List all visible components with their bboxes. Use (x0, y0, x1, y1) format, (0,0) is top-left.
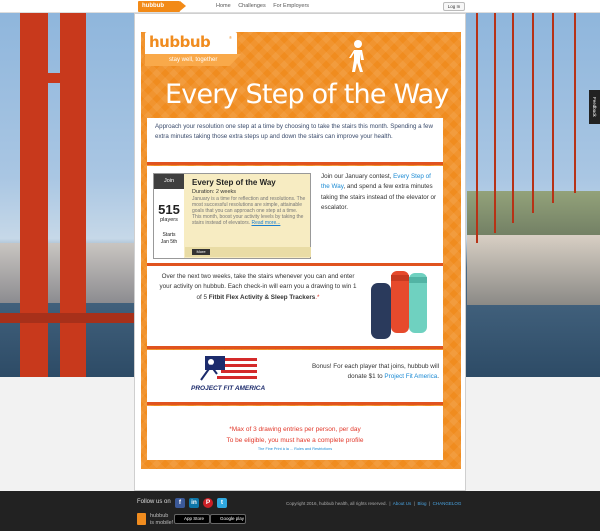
twitter-icon[interactable]: t (217, 498, 227, 508)
stair-walker-icon (349, 40, 364, 72)
challenge-card: hubbub ® stay well, together Every Step … (134, 13, 466, 491)
bridge-cable (512, 13, 514, 223)
prize-name: Fitbit Flex Activity & Sleep Trackers (208, 293, 316, 301)
app-store-label: App Store (184, 516, 205, 521)
login-button[interactable]: Log In (443, 2, 465, 11)
drawing-asterisk: .* (315, 293, 320, 301)
fitbit-bands-image (371, 271, 427, 339)
hubbub-mobile-icon (137, 513, 146, 525)
project-fit-america-link[interactable]: Project Fit America (384, 373, 437, 380)
intro-text: Approach your resolution one step at a t… (147, 118, 443, 164)
fine-print-link[interactable]: The Fine Print à la ... Rules and Restri… (147, 447, 443, 451)
follow-us-label: Follow us on (137, 499, 171, 505)
bridge-crossbeam (20, 73, 86, 83)
main-nav: Home Challenges For Employers (216, 3, 315, 9)
section-divider (147, 162, 443, 165)
top-navigation-bar: hubbub Home Challenges For Employers Log… (0, 0, 600, 13)
challenge-widget: Join 515 players Starts Jan 5th Every St… (153, 173, 311, 259)
bridge-cable (494, 13, 496, 233)
rules-text: *Max of 3 drawing entries per person, pe… (147, 424, 443, 446)
starts-label: Starts (162, 232, 176, 238)
bridge-cable (476, 13, 478, 243)
facebook-icon[interactable]: f (175, 498, 185, 508)
players-count: 515 (158, 202, 180, 217)
feedback-tab[interactable]: Feedback (589, 90, 600, 124)
city-skyline-right (467, 235, 600, 305)
contest-text: Join our January contest, Every Step of … (321, 172, 439, 213)
hubbub-logo-tab[interactable]: hubbub (138, 1, 186, 12)
pfa-logo-text: PROJECT FIT AMERICA (191, 385, 266, 392)
nav-for-employers[interactable]: For Employers (273, 3, 309, 9)
drawing-text: Over the next two weeks, take the stairs… (159, 272, 357, 303)
widget-description: January is a time for reflection and res… (192, 196, 308, 226)
widget-side: Join 515 players Starts Jan 5th (154, 174, 184, 258)
bridge-cable (574, 13, 576, 193)
google-play-label: Google play (220, 516, 245, 521)
bonus-text-end: . (437, 373, 439, 381)
brand-tagline: stay well, together (145, 54, 241, 66)
google-play-badge[interactable]: Google play (210, 514, 246, 524)
more-button[interactable]: More (192, 249, 210, 255)
copyright-text: Copyright 2016, hubbub health, all right… (286, 501, 387, 506)
starts-date: Jan 5th (160, 239, 178, 245)
brand-name: hubbub (149, 33, 211, 51)
rules-line-1: *Max of 3 drawing entries per person, pe… (229, 426, 361, 433)
hubbub-brand-logo: hubbub ® stay well, together (145, 32, 241, 70)
footer-link-about[interactable]: About Us (393, 501, 412, 506)
mobile-line-2: is mobile! (150, 519, 174, 526)
nav-home[interactable]: Home (216, 3, 231, 9)
nav-challenges[interactable]: Challenges (238, 3, 266, 9)
widget-duration: Duration: 2 weeks (192, 189, 237, 195)
read-more-link[interactable]: Read more... (251, 220, 280, 226)
linkedin-icon[interactable]: in (189, 498, 199, 508)
mobile-text: hubbub is mobile! (150, 513, 173, 526)
section-divider (147, 346, 443, 349)
app-store-badge[interactable]: App Store (174, 514, 210, 524)
footer-copyright-row: Copyright 2016, hubbub health, all right… (286, 501, 462, 506)
contest-text-start: Join our January contest, (321, 173, 394, 180)
section-divider (147, 402, 443, 405)
widget-description-text: January is a time for reflection and res… (192, 196, 306, 226)
bridge-deck (0, 313, 134, 323)
footer-link-changelog[interactable]: CHANGELOG (433, 501, 462, 506)
bridge-cable (552, 13, 554, 203)
rules-line-2: To be eligible, you must have a complete… (226, 437, 364, 444)
footer-link-blog[interactable]: Blog (417, 501, 426, 506)
widget-title: Every Step of the Way (192, 178, 276, 187)
start-date: Starts Jan 5th (154, 232, 184, 246)
bridge-cable (532, 13, 534, 213)
site-footer: Follow us on f in P t hubbub is mobile! … (0, 491, 600, 531)
project-fit-america-logo: PROJECT FIT AMERICA (191, 354, 271, 394)
pinterest-icon[interactable]: P (203, 498, 213, 508)
join-button[interactable]: Join (154, 174, 184, 189)
bonus-text: Bonus! For each player that joins, hubbu… (307, 362, 439, 383)
players-label: players (160, 217, 178, 223)
hero-title: Every Step of the Way (165, 79, 449, 110)
